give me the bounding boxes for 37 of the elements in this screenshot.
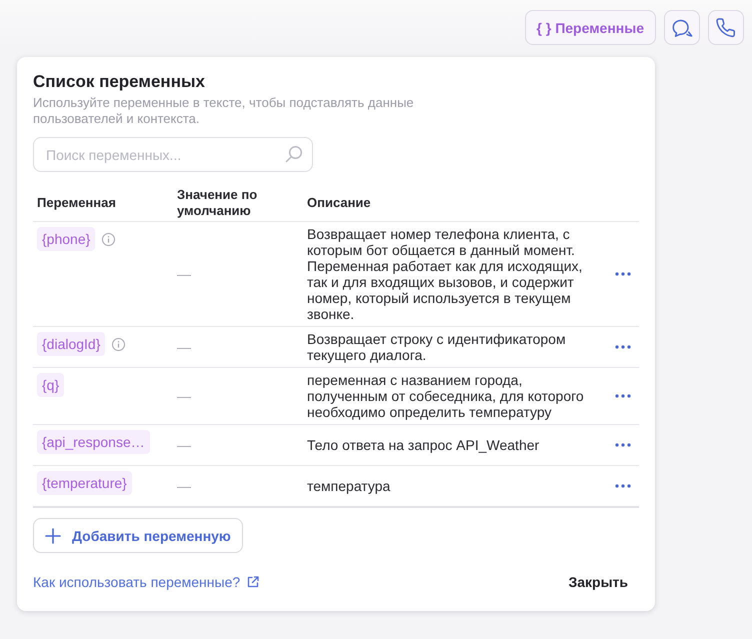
default-value: — — [176, 478, 192, 494]
variables-button[interactable]: { } Переменные — [524, 10, 656, 45]
variable-tag: {temperature} — [37, 471, 132, 495]
add-variable-button[interactable]: Добавить переменную — [33, 518, 243, 553]
phone-icon — [715, 16, 737, 38]
more-icon[interactable] — [615, 484, 631, 488]
search-field[interactable]: Поиск переменных... — [33, 137, 313, 172]
variable-description: Тело ответа на запрос API_Weather — [306, 436, 540, 455]
chat-icon — [671, 16, 693, 38]
default-value: — — [176, 339, 192, 355]
more-icon[interactable] — [615, 272, 631, 276]
external-link-icon — [247, 576, 260, 588]
search-icon — [285, 145, 303, 163]
help-link[interactable]: Как использовать переменные? — [33, 574, 260, 590]
variable-description: температура — [306, 477, 392, 496]
close-button[interactable]: Закрыть — [557, 570, 639, 594]
more-icon[interactable] — [615, 443, 631, 447]
variable-tag: {phone} — [37, 227, 96, 251]
chat-button[interactable] — [664, 10, 700, 45]
panel-subtitle: Используйте переменные в тексте, чтобы подставлять данные пользователей и контекста. — [33, 95, 415, 127]
variable-description: Возвращает строку с идентификатором текущего диалога. — [306, 330, 567, 365]
phone-button[interactable] — [708, 10, 744, 45]
default-value: — — [176, 266, 192, 282]
column-header: Описание — [306, 194, 372, 212]
variable-tag: {q} — [37, 373, 64, 397]
default-value: — — [176, 388, 192, 404]
column-header: Значение по умолчанию — [176, 186, 258, 220]
variable-tag: {api_response… — [37, 430, 150, 454]
panel-title: Список переменных — [33, 71, 206, 93]
more-icon[interactable] — [615, 345, 631, 349]
plus-icon — [45, 528, 61, 544]
column-header: Переменная — [36, 194, 117, 212]
variable-description: переменная с названием города, полученным от собеседника, для которого необходимо определить температуру — [306, 371, 585, 422]
default-value: — — [176, 437, 192, 453]
variable-description: Возвращает номер телефона клиента, с которым бот общается в данный момент. Переменная работает как для исходящих, так и для входящих вызовов, и содержит номер, который используется в текущем звонке. — [306, 225, 584, 324]
variable-tag: {dialogId} — [37, 332, 106, 356]
more-icon[interactable] — [615, 394, 631, 398]
